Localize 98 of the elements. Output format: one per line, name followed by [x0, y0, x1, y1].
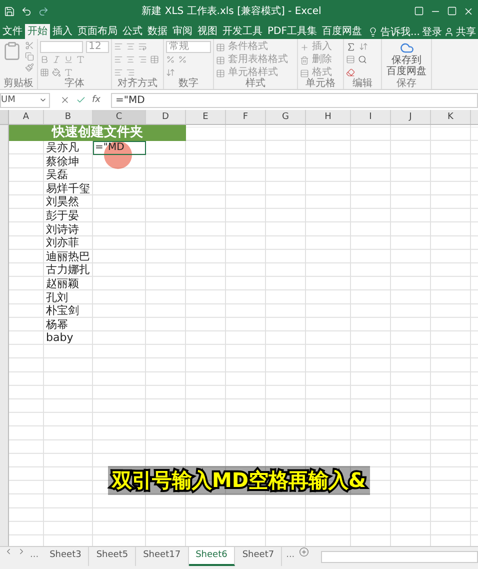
ribbon-tab[interactable]: 页面布局 [75, 24, 120, 39]
style-icon[interactable] [216, 56, 225, 64]
search-icon[interactable] [358, 55, 367, 64]
cut-icon[interactable] [25, 41, 34, 50]
group-label: 保存 [396, 78, 416, 89]
scroll-right-icon[interactable] [17, 547, 26, 556]
table-cell-text: 赵丽颖 [45, 276, 80, 291]
add-sheet-icon[interactable] [298, 547, 309, 557]
close-icon[interactable] [463, 6, 474, 16]
font-grow-icon[interactable] [76, 55, 85, 64]
table-cell-text: 杨幂 [45, 318, 69, 332]
sheet-tab[interactable]: Sheet7 [235, 547, 282, 566]
ribbon-tab[interactable]: 数据 [145, 24, 170, 39]
sheet-heading: 快速创建文件夹 [9, 125, 186, 141]
table-cell-text: 彭于晏 [45, 208, 80, 223]
paste-icon[interactable] [2, 41, 22, 61]
share-button[interactable]: 共享 [456, 24, 476, 38]
table-cell-text: 吴磊 [45, 168, 69, 182]
ribbon-tab[interactable]: PDF工具集 [265, 24, 320, 39]
table-cell-text: 孔刘 [45, 290, 69, 304]
cloud-icon[interactable] [400, 41, 414, 55]
sum-icon[interactable] [346, 42, 356, 52]
table-cell-text: 吴亦凡 [45, 141, 80, 155]
scroll-left-icon[interactable] [4, 547, 13, 556]
cell-icon[interactable] [300, 68, 309, 78]
table-cell-text: 刘昊然 [45, 195, 80, 209]
video-caption: 双引号输入MD空格再输入& [108, 466, 370, 495]
window-title: 新建 XLS 工作表.xls [兼容模式] - Excel [140, 4, 322, 18]
copy-icon[interactable] [25, 52, 34, 61]
group-label: 对齐方式 [118, 78, 158, 89]
font-color-icon[interactable] [64, 68, 73, 77]
merge-icon[interactable] [150, 55, 159, 64]
lightbulb-icon[interactable] [368, 26, 378, 36]
table-cell-text: baby [45, 331, 74, 345]
tell-me-field[interactable]: 告诉我... [380, 24, 420, 38]
sheet-tab[interactable]: Sheet6 [188, 547, 236, 566]
group-label: 剪贴板 [4, 78, 34, 89]
name-box[interactable]: UM [0, 92, 50, 108]
format-painter-icon[interactable] [25, 63, 34, 72]
cell-icon[interactable] [300, 56, 309, 64]
sheet-tab[interactable]: Sheet3 [42, 547, 90, 566]
ribbon-tab[interactable]: 开发工具 [220, 24, 265, 39]
wrap-text-icon[interactable] [138, 42, 147, 52]
number-format-field[interactable]: 常规 [166, 41, 211, 53]
group-label: 字体 [64, 78, 84, 89]
maximize-icon[interactable] [447, 6, 457, 16]
fill-color-icon[interactable] [52, 68, 61, 77]
clear-icon[interactable] [346, 68, 355, 77]
formula-field[interactable]: ="MD [110, 92, 478, 108]
cancel-icon[interactable] [60, 95, 70, 105]
group-label: 数字 [178, 78, 198, 89]
save-to-cloud-button[interactable]: 保存到 百度网盘 [384, 41, 429, 77]
ribbon-tab[interactable]: 公式 [120, 24, 145, 39]
ribbon-tab[interactable]: 视图 [195, 24, 220, 39]
border-icon[interactable] [40, 68, 49, 77]
bold-icon[interactable] [40, 55, 49, 64]
sign-in-link[interactable]: 登录 [422, 24, 442, 38]
align-center-icon[interactable] [126, 55, 135, 64]
save-icon[interactable] [4, 6, 15, 16]
table-cell-text: 古力娜扎 [45, 263, 91, 277]
ribbon-tab[interactable]: 百度网盘 [319, 24, 364, 39]
underline-icon[interactable] [64, 55, 73, 64]
ribbon-tab[interactable]: 插入 [50, 24, 75, 39]
person-icon[interactable] [444, 26, 454, 36]
align-left-icon[interactable] [114, 55, 123, 64]
font-name-field[interactable] [40, 41, 83, 53]
sort-icon[interactable] [359, 42, 368, 52]
fill-icon[interactable] [346, 55, 355, 64]
undo-icon[interactable] [21, 6, 32, 16]
column-header[interactable]: C [93, 110, 146, 124]
ribbon-tab[interactable]: 审阅 [170, 24, 195, 39]
align-right-icon[interactable] [138, 55, 147, 64]
italic-icon[interactable] [52, 55, 61, 64]
table-cell-text: 刘亦菲 [45, 236, 80, 250]
style-icon[interactable] [216, 68, 225, 78]
table-cell-text: 蔡徐坤 [45, 154, 80, 168]
insert-function-button[interactable]: fx [92, 95, 100, 105]
align-middle-icon[interactable] [126, 42, 135, 52]
cell-icon[interactable] [300, 42, 309, 52]
align-top-icon[interactable] [114, 42, 123, 52]
group-label: 单元格 [306, 78, 336, 89]
select-all-corner[interactable] [0, 110, 9, 124]
group-label: 样式 [246, 78, 266, 89]
sheet-tab[interactable]: Sheet5 [89, 547, 136, 566]
enter-icon[interactable] [76, 95, 86, 105]
style-icon[interactable] [216, 42, 225, 52]
table-cell-text: 刘诗诗 [45, 222, 80, 236]
ribbon-tab[interactable]: 文件 [0, 24, 25, 39]
group-label: 编辑 [352, 78, 372, 89]
table-cell-text: 迪丽热巴 [45, 250, 91, 264]
more-sheets-button[interactable]: ... [30, 547, 39, 564]
redo-icon[interactable] [38, 6, 49, 16]
table-cell-text: 朴宝剑 [45, 304, 80, 318]
table-cell-text: 易烊千玺 [45, 182, 91, 196]
more-sheets-button[interactable]: ... [286, 547, 295, 564]
percent-icon[interactable] [166, 55, 175, 64]
horizontal-scrollbar[interactable] [320, 551, 478, 563]
ribbon-tab[interactable]: 开始 [25, 24, 50, 39]
